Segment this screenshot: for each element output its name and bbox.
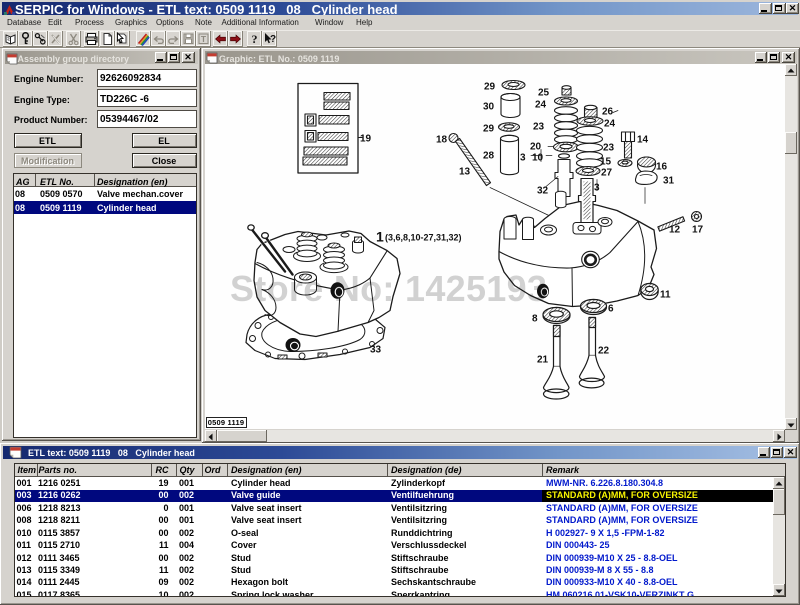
svg-text:18: 18 xyxy=(436,134,448,145)
svg-text:T: T xyxy=(201,34,207,44)
svg-text:32: 32 xyxy=(537,185,549,196)
svg-text:30: 30 xyxy=(483,101,495,112)
svg-text:22: 22 xyxy=(598,345,610,356)
svg-text:1: 1 xyxy=(376,228,384,244)
svg-text:33: 33 xyxy=(370,344,382,355)
svg-text:14: 14 xyxy=(637,134,649,145)
svg-text:11: 11 xyxy=(660,289,671,300)
svg-text:24: 24 xyxy=(604,118,616,129)
svg-text:29: 29 xyxy=(484,81,496,92)
svg-text:28: 28 xyxy=(483,150,495,161)
svg-text:23: 23 xyxy=(603,142,615,153)
svg-text:17: 17 xyxy=(692,224,704,235)
svg-text:16: 16 xyxy=(656,161,668,172)
svg-text:13: 13 xyxy=(459,166,471,177)
svg-text:(3,6,8,10-27,31,32): (3,6,8,10-27,31,32) xyxy=(385,232,462,242)
svg-text:12: 12 xyxy=(669,224,681,235)
svg-text:?: ? xyxy=(270,34,276,45)
svg-text:27: 27 xyxy=(601,167,613,178)
svg-text:29: 29 xyxy=(483,123,495,134)
svg-text:25: 25 xyxy=(538,87,550,98)
svg-text:3: 3 xyxy=(520,152,526,163)
svg-text:24: 24 xyxy=(535,99,547,110)
svg-text:15: 15 xyxy=(600,156,612,167)
svg-text:26: 26 xyxy=(602,106,614,117)
svg-text:8: 8 xyxy=(532,313,538,324)
svg-text:10: 10 xyxy=(532,152,544,163)
svg-text:21: 21 xyxy=(537,354,549,365)
svg-text:20: 20 xyxy=(530,141,542,152)
svg-text:?: ? xyxy=(252,32,258,46)
svg-text:23: 23 xyxy=(533,121,545,132)
svg-text:3: 3 xyxy=(594,182,600,193)
svg-text:31: 31 xyxy=(663,175,675,186)
svg-text:19: 19 xyxy=(360,133,372,144)
